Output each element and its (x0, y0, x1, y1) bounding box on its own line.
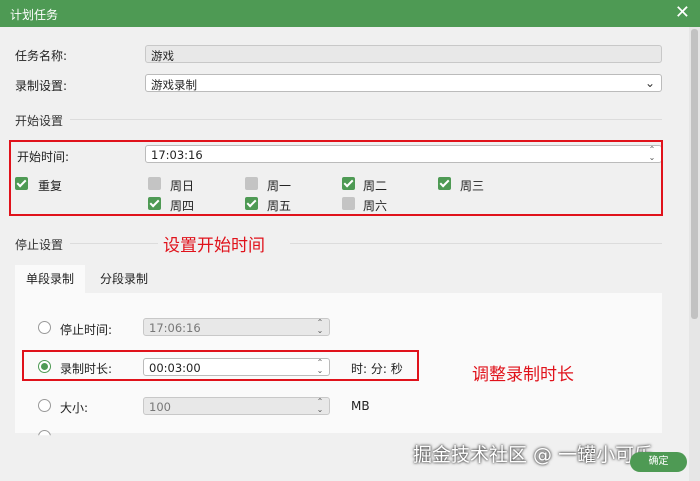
stop-section-title: 停止设置 (15, 238, 64, 252)
size-label: 大小: (60, 401, 89, 415)
size-unit: MB (351, 399, 370, 413)
task-name-value: 游戏 (151, 49, 174, 63)
tab-single-record[interactable]: 单段录制 (15, 265, 85, 293)
spinner-icon[interactable]: ⌃ ⌄ (315, 398, 325, 414)
size-input[interactable]: 100 ⌃ ⌄ (143, 397, 330, 415)
duration-highlight-box (22, 350, 419, 381)
watermark: 掘金技术社区 @ 一罐小可乐 (413, 444, 654, 466)
stop-time-label: 停止时间: (60, 323, 113, 337)
start-annotation: 设置开始时间 (163, 236, 265, 256)
record-settings-label: 录制设置: (15, 79, 68, 93)
stop-divider-left (70, 243, 158, 244)
chevron-down-icon: ⌄ (644, 76, 655, 90)
size-value: 100 (149, 400, 171, 414)
tab-segment-record[interactable]: 分段录制 (89, 265, 159, 293)
ok-button[interactable]: 确定 (630, 452, 687, 472)
title-bar: 计划任务 ✕ (0, 0, 700, 27)
close-icon[interactable]: ✕ (675, 2, 690, 24)
spinner-icon[interactable]: ⌃ ⌄ (315, 319, 325, 335)
window-title: 计划任务 (10, 8, 59, 22)
task-name-input[interactable]: 游戏 (145, 45, 662, 63)
stop-divider-right (290, 243, 662, 244)
record-settings-select[interactable]: 游戏录制 ⌄ (145, 74, 662, 92)
duration-annotation: 调整录制时长 (472, 365, 574, 385)
task-name-label: 任务名称: (15, 49, 68, 63)
stop-time-radio[interactable] (38, 321, 51, 334)
stop-time-input[interactable]: 17:06:16 ⌃ ⌄ (143, 318, 330, 336)
scrollbar-thumb[interactable] (691, 29, 698, 319)
size-radio[interactable] (38, 399, 51, 412)
start-divider (70, 119, 662, 120)
record-settings-value: 游戏录制 (151, 78, 197, 92)
start-highlight-box (9, 140, 663, 216)
stop-time-value: 17:06:16 (149, 321, 201, 335)
start-section-title: 开始设置 (15, 114, 64, 128)
